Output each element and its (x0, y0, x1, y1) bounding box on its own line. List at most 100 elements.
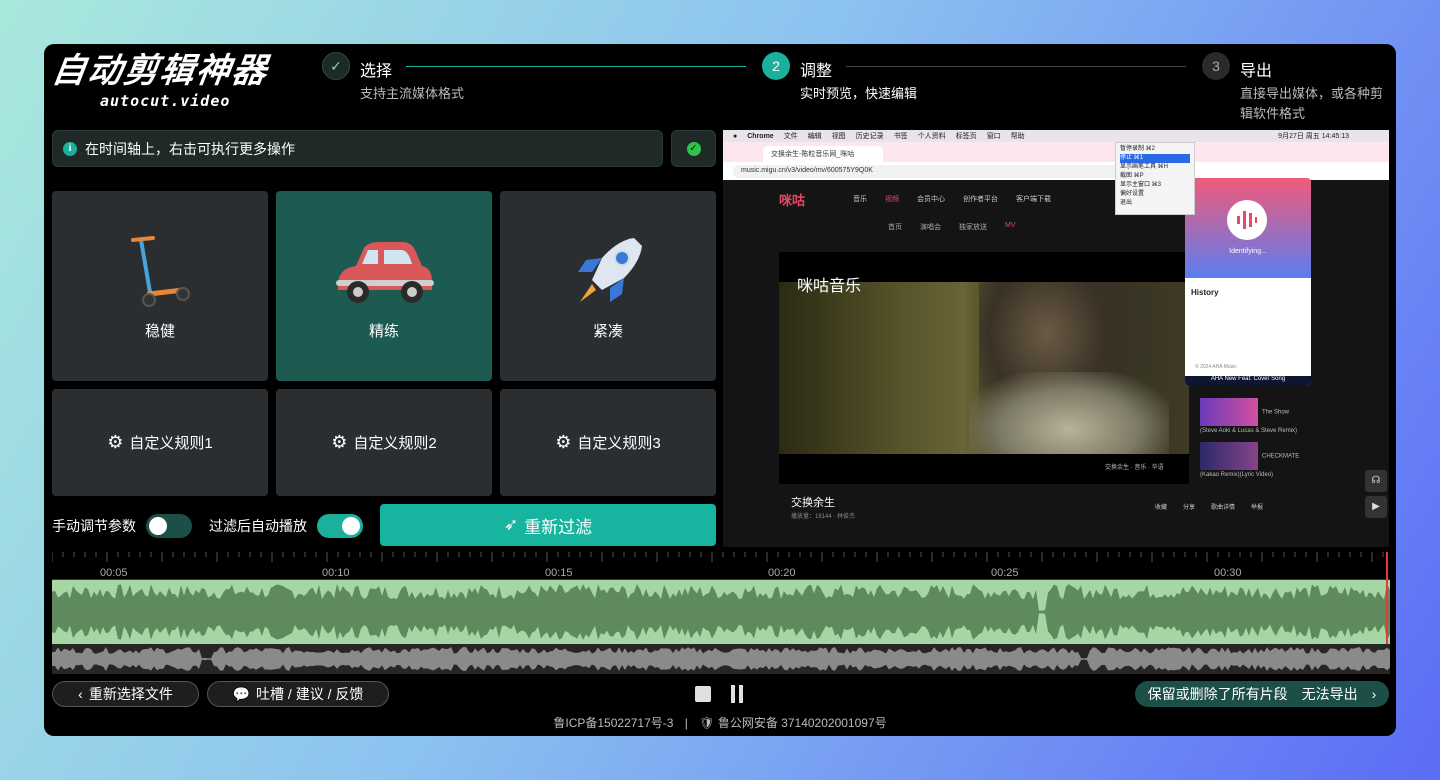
menubar-item: 个人资料 (917, 133, 946, 140)
mode-card-refined[interactable]: 精练 (276, 191, 492, 381)
apple-icon: ● (733, 132, 738, 140)
step-connector-1 (406, 66, 746, 67)
popup-bar: AHA New Feat: Cover Song (1185, 376, 1311, 386)
autoplay-toggle[interactable] (317, 514, 363, 538)
menu-item: 显示画笔工具 ⌘H (1120, 164, 1169, 170)
custom-rule-2[interactable]: ⚙ 自定义规则2 (276, 389, 492, 496)
step-number: 2 (762, 52, 790, 80)
manual-adjust-control: 手动调节参数 (52, 514, 192, 538)
police-link[interactable]: 鲁公网安备 37140202001097号 (718, 716, 887, 730)
export-label: 无法导出 (1301, 686, 1358, 702)
menubar-item: 帮助 (1010, 133, 1025, 140)
mode-card-steady[interactable]: 稳健 (52, 191, 268, 381)
icp-link[interactable]: 鲁ICP备15022717号-3 (553, 716, 673, 730)
mode-label: 精练 (368, 322, 399, 340)
video-caption: 交换余生 · 音乐 · 华语 (1105, 465, 1164, 471)
menubar-item: 视图 (831, 133, 846, 140)
song-actions: 收藏 分享 歌曲详情 举报 (1155, 502, 1263, 511)
car-icon (336, 241, 434, 303)
chevron-left-icon: ‹ (78, 686, 83, 702)
pause-icon[interactable] (731, 685, 743, 703)
mv-player: 咪咕音乐 交换余生 · 音乐 · 华语 (779, 252, 1189, 484)
subnav-item: 首页 (888, 224, 902, 231)
overview-waveform (52, 647, 1390, 671)
action-item: 举报 (1251, 505, 1264, 511)
menu-item: 停止 ⌘1 (1120, 154, 1190, 163)
menubar-clock: 9月27日 周五 14:45:13 (1278, 133, 1349, 140)
mac-menubar: ● Chrome 文件 编辑 视图 历史记录 书签 个人资料 标签页 窗口 帮助… (723, 130, 1389, 142)
stop-icon[interactable] (695, 686, 711, 702)
feedback-button[interactable]: 💬 吐槽 / 建议 / 反馈 (207, 681, 389, 707)
step-desc: 实时预览，快速编辑 (800, 86, 918, 101)
menubar-item: 窗口 (986, 133, 1001, 140)
subnav-item: MV (1005, 222, 1016, 229)
confirm-button[interactable]: ✓ (671, 130, 716, 167)
tick-label: 00:25 (991, 567, 1019, 579)
menubar-item: 历史记录 (855, 133, 884, 140)
rule-label: 自定义规则1 (129, 435, 213, 452)
gear-icon: ⚙ (555, 432, 572, 452)
export-status: 保留或删除了所有片段 (1147, 686, 1288, 702)
menubar-item: Chrome (747, 132, 774, 140)
info-icon: i (63, 141, 77, 156)
subnav-item: 演唱会 (920, 224, 941, 231)
waveform-track[interactable] (52, 580, 1390, 644)
time-ruler: 00:05 00:10 00:15 00:20 00:25 00:30 (52, 552, 1390, 580)
rocket-icon: ➶ (503, 515, 519, 534)
waveform (52, 584, 1390, 640)
custom-rule-1[interactable]: ⚙ 自定义规则1 (52, 389, 268, 496)
song-title: 交换余生 (791, 497, 835, 509)
chat-icon: 💬 (232, 685, 251, 702)
nav-item: 客户端下载 (1016, 196, 1051, 203)
reselect-file-button[interactable]: ‹ 重新选择文件 (52, 681, 199, 707)
video-preview[interactable]: ● Chrome 文件 编辑 视图 历史记录 书签 个人资料 标签页 窗口 帮助… (723, 130, 1389, 547)
chevron-right-icon: › (1371, 686, 1377, 702)
refilter-label: 重新过滤 (524, 517, 593, 537)
recommend-list: The Show (Steve Aoki & Lucas & Steve Rem… (1200, 398, 1300, 480)
browser-tabs: 交换余生-陈粒音乐网_咪咕 (723, 142, 1389, 162)
check-icon: ✓ (322, 52, 350, 80)
history-label: History (1191, 288, 1219, 297)
menu-item: 截图 ⌘P (1120, 173, 1144, 179)
autoplay-control: 过滤后自动播放 (209, 514, 363, 538)
music-id-popup: Identifying... History © 2024 AHA Music … (1185, 178, 1311, 386)
reselect-label: 重新选择文件 (88, 686, 173, 702)
tick-label: 00:15 (545, 567, 573, 579)
tick-label: 00:05 (100, 567, 128, 579)
gear-icon: ⚙ (107, 432, 124, 452)
rocket-icon (578, 237, 642, 302)
tick-label: 00:20 (768, 567, 796, 579)
footer: 鲁ICP备15022717号-3 | 🛡 鲁公网安备 3714020200109… (44, 714, 1396, 731)
timeline[interactable]: 00:05 00:10 00:15 00:20 00:25 00:30 (52, 552, 1390, 674)
export-button[interactable]: 保留或删除了所有片段 无法导出 › (1135, 681, 1389, 707)
manual-adjust-label: 手动调节参数 (52, 518, 136, 534)
site-logo: 咪咕 (779, 193, 806, 208)
video-frame (779, 282, 1189, 454)
step-title: 导出 (1240, 63, 1273, 80)
nav-item: 创作者平台 (963, 196, 998, 203)
scooter-icon (131, 235, 190, 307)
mode-card-compact[interactable]: 紧凑 (500, 191, 716, 381)
site-subnav: 首页 演唱会 独家放送 MV (888, 222, 1016, 232)
custom-rule-3[interactable]: ⚙ 自定义规则3 (500, 389, 716, 496)
headset-icon: ☊ (1365, 470, 1387, 492)
popup-footer: © 2024 AHA Music (1195, 364, 1237, 370)
logo-subtitle: autocut.video (100, 92, 231, 110)
action-item: 收藏 (1155, 505, 1168, 511)
menubar-item: 文件 (783, 133, 798, 140)
nav-item: 会员中心 (917, 196, 945, 203)
playhead[interactable] (1386, 552, 1388, 644)
autoplay-label: 过滤后自动播放 (209, 518, 307, 534)
video-watermark: 咪咕音乐 (797, 278, 862, 295)
ruler-ticks (52, 552, 1384, 562)
tip-text: 在时间轴上，右击可执行更多操作 (85, 140, 295, 157)
waveform-overview[interactable] (52, 644, 1390, 674)
refilter-button[interactable]: ➶ 重新过滤 (380, 504, 716, 546)
menu-item: 暂停录制 ⌘2 (1120, 146, 1156, 152)
menu-item: 偏好设置 (1120, 191, 1145, 197)
song-meta: 播放量：18144 · 林俊杰 (791, 514, 856, 520)
feedback-label: 吐槽 / 建议 / 反馈 (256, 686, 364, 702)
manual-adjust-toggle[interactable] (146, 514, 192, 538)
rule-label: 自定义规则3 (577, 435, 661, 452)
menubar-item: 标签页 (955, 133, 977, 140)
